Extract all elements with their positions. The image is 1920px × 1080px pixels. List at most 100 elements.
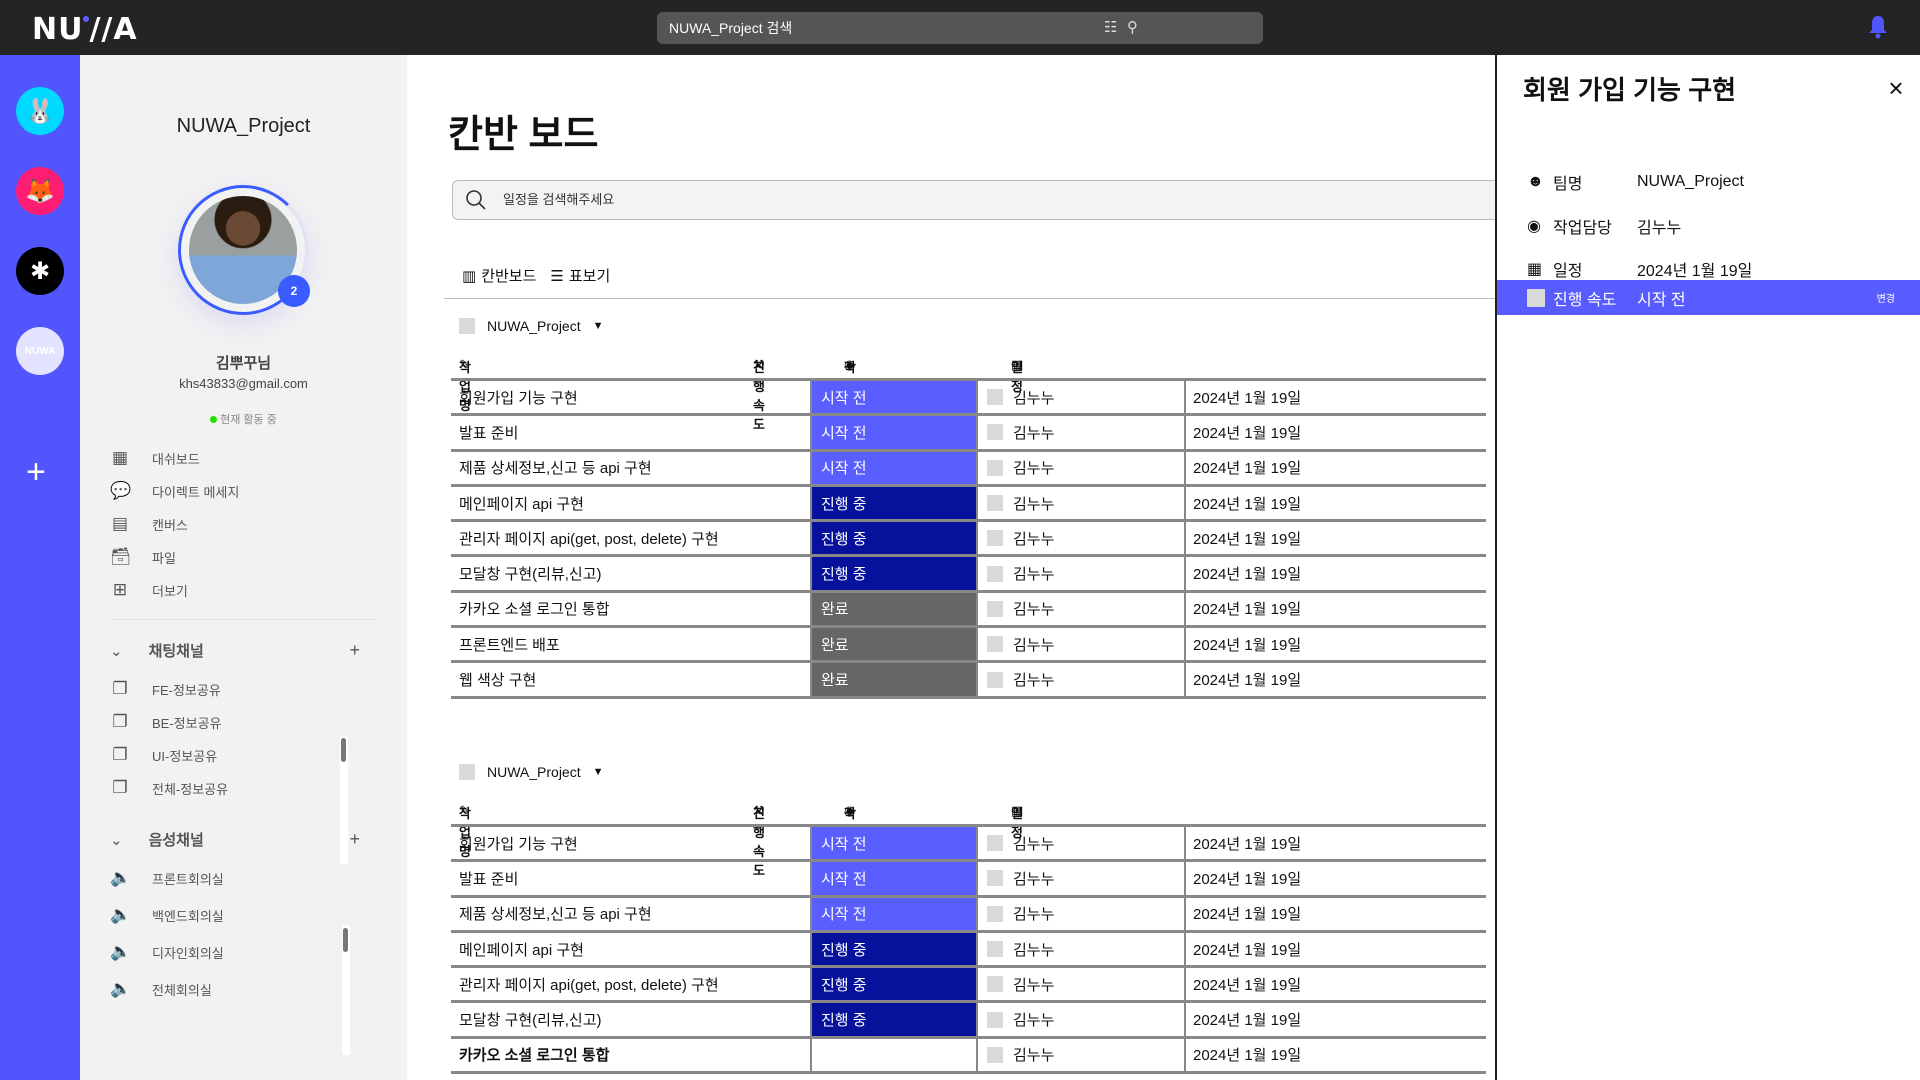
status-cell[interactable]: 시작 전 xyxy=(812,897,978,930)
assignee-checkbox[interactable] xyxy=(987,1046,1003,1063)
assignee-cell[interactable]: 김누누 xyxy=(978,628,1186,661)
table-row[interactable]: 발표 준비 시작 전 김누누 2024년 1월 19일 xyxy=(451,416,1486,452)
status-cell[interactable]: 완료 xyxy=(812,663,978,696)
sidebar-item-3[interactable]: 🗃 파일 xyxy=(110,547,176,567)
filter-sliders-icon[interactable]: ☷ xyxy=(1104,12,1117,44)
assignee-cell[interactable]: 김누누 xyxy=(978,522,1186,555)
table-row[interactable]: 제품 상세정보,신고 등 api 구현 시작 전 김누누 2024년 1월 19일 xyxy=(451,897,1486,933)
assignee-cell[interactable]: 김누누 xyxy=(978,932,1186,966)
assignee-cell[interactable]: 김누누 xyxy=(978,897,1186,930)
sidebar-item-0[interactable]: ▦ 대쉬보드 xyxy=(110,448,200,468)
status-cell[interactable] xyxy=(812,1038,978,1072)
task-name[interactable]: 메인페이지 api 구현 xyxy=(451,486,812,520)
sidebar-item-2[interactable]: ▤ 캔버스 xyxy=(110,514,188,534)
date-cell[interactable]: 2024년 1월 19일 xyxy=(1186,522,1486,554)
date-cell[interactable]: 2024년 1월 19일 xyxy=(1186,593,1486,625)
table-row[interactable]: 모달창 구현(리뷰,신고) 진행 중 김누누 2024년 1월 19일 xyxy=(451,1003,1486,1039)
task-name[interactable]: 발표 준비 xyxy=(451,416,812,449)
server-black-logo[interactable]: ✱ xyxy=(16,247,64,295)
voice-channel[interactable]: 🔈 백엔드회의실 xyxy=(110,905,224,925)
status-cell[interactable]: 진행 중 xyxy=(812,486,978,520)
assignee-checkbox[interactable] xyxy=(987,905,1003,922)
assignee-cell[interactable]: 김누누 xyxy=(978,827,1186,860)
table-row[interactable]: 회원가입 기능 구현 시작 전 김누누 2024년 1월 19일 xyxy=(451,381,1486,417)
assignee-cell[interactable]: 김누누 xyxy=(978,486,1186,520)
assignee-checkbox[interactable] xyxy=(987,835,1003,852)
assignee-checkbox[interactable] xyxy=(987,976,1003,993)
caret-down-icon[interactable]: ▼ xyxy=(593,766,604,778)
table-row[interactable]: 관리자 페이지 api(get, post, delete) 구현 진행 중 김누누… xyxy=(451,522,1486,558)
voice-channel[interactable]: 🔈 프론트회의실 xyxy=(110,868,224,888)
assignee-cell[interactable]: 김누누 xyxy=(978,592,1186,626)
chat-channel[interactable]: ❐ UI-정보공유 xyxy=(110,745,217,765)
assignee-checkbox[interactable] xyxy=(987,870,1003,887)
global-search-input[interactable]: NUWA_Project 검색 ☷ ⚲ xyxy=(657,12,1263,44)
bell-icon[interactable] xyxy=(1868,15,1888,39)
status-cell[interactable]: 진행 중 xyxy=(812,522,978,555)
server-nuwa[interactable]: NUWA xyxy=(16,327,64,375)
assignee-checkbox[interactable] xyxy=(987,671,1003,688)
task-name[interactable]: 웹 색상 구현 xyxy=(451,663,812,696)
progress-row[interactable]: 진행 속도 시작 전 변경 xyxy=(1497,280,1920,315)
server-pancake-bunny[interactable]: 🐰 xyxy=(16,87,64,135)
status-cell[interactable]: 시작 전 xyxy=(812,416,978,449)
task-name[interactable]: 발표 준비 xyxy=(451,862,812,895)
voice-channel[interactable]: 🔈 디자인회의실 xyxy=(110,942,224,962)
task-name[interactable]: 메인페이지 api 구현 xyxy=(451,932,812,966)
status-cell[interactable]: 시작 전 xyxy=(812,451,978,484)
task-name[interactable]: 제품 상세정보,신고 등 api 구현 xyxy=(451,897,812,930)
chevron-down-icon[interactable]: ⌄ xyxy=(110,831,123,849)
date-cell[interactable]: 2024년 1월 19일 xyxy=(1186,381,1486,413)
group-header[interactable]: NUWA_Project ▼ xyxy=(459,764,604,780)
assignee-checkbox[interactable] xyxy=(987,424,1003,441)
table-row[interactable]: 프론트엔드 배포 완료 김누누 2024년 1월 19일 xyxy=(451,628,1486,664)
table-row[interactable]: 제품 상세정보,신고 등 api 구현 시작 전 김누누 2024년 1월 19일 xyxy=(451,451,1486,487)
assignee-cell[interactable]: 김누누 xyxy=(978,862,1186,895)
group-checkbox[interactable] xyxy=(459,764,475,780)
chevron-down-icon[interactable]: ⌄ xyxy=(110,642,123,660)
chat-section-header[interactable]: ⌄ 채팅채널 + xyxy=(110,640,400,661)
status-cell[interactable]: 완료 xyxy=(812,628,978,661)
status-cell[interactable]: 진행 중 xyxy=(812,968,978,1001)
schedule-search-input[interactable]: 일정을 검색해주세요 xyxy=(452,180,1512,220)
tab-table[interactable]: ☰ 표보기 xyxy=(550,265,610,286)
status-cell[interactable]: 시작 전 xyxy=(812,381,978,414)
table-row[interactable]: 관리자 페이지 api(get, post, delete) 구현 진행 중 김누누… xyxy=(451,968,1486,1004)
date-cell[interactable]: 2024년 1월 19일 xyxy=(1186,416,1486,448)
assignee-cell[interactable]: 김누누 xyxy=(978,381,1186,414)
table-row[interactable]: 메인페이지 api 구현 진행 중 김누누 2024년 1월 19일 xyxy=(451,932,1486,969)
task-name[interactable]: 제품 상세정보,신고 등 api 구현 xyxy=(451,451,812,484)
date-cell[interactable]: 2024년 1월 19일 xyxy=(1186,862,1486,894)
date-cell[interactable]: 2024년 1월 19일 xyxy=(1186,1003,1486,1035)
assignee-cell[interactable]: 김누누 xyxy=(978,968,1186,1001)
assignee-checkbox[interactable] xyxy=(987,389,1003,406)
group-checkbox[interactable] xyxy=(459,318,475,334)
task-name[interactable]: 모달창 구현(리뷰,신고) xyxy=(451,1003,812,1036)
date-cell[interactable]: 2024년 1월 19일 xyxy=(1186,827,1486,859)
assignee-checkbox[interactable] xyxy=(987,565,1003,582)
task-name[interactable]: 관리자 페이지 api(get, post, delete) 구현 xyxy=(451,968,812,1001)
status-cell[interactable]: 진행 중 xyxy=(812,1003,978,1036)
date-cell[interactable]: 2024년 1월 19일 xyxy=(1186,557,1486,589)
assignee-checkbox[interactable] xyxy=(987,495,1003,512)
table-row[interactable]: 모달창 구현(리뷰,신고) 진행 중 김누누 2024년 1월 19일 xyxy=(451,557,1486,593)
server-shiba-fox[interactable]: 🦊 xyxy=(16,167,64,215)
table-row[interactable]: 발표 준비 시작 전 김누누 2024년 1월 19일 xyxy=(451,862,1486,898)
task-name[interactable]: 관리자 페이지 api(get, post, delete) 구현 xyxy=(451,522,812,555)
date-cell[interactable]: 2024년 1월 19일 xyxy=(1186,1039,1486,1071)
assignee-checkbox[interactable] xyxy=(987,636,1003,653)
assignee-cell[interactable]: 김누누 xyxy=(978,416,1186,449)
assignee-cell[interactable]: 김누누 xyxy=(978,557,1186,590)
voice-channel[interactable]: 🔈 전체회의실 xyxy=(110,979,212,999)
assignee-checkbox[interactable] xyxy=(987,530,1003,547)
assignee-cell[interactable]: 김누누 xyxy=(978,1038,1186,1072)
task-name[interactable]: 프론트엔드 배포 xyxy=(451,628,812,661)
group-header[interactable]: NUWA_Project ▼ xyxy=(459,318,604,334)
table-row[interactable]: 메인페이지 api 구현 진행 중 김누누 2024년 1월 19일 xyxy=(451,486,1486,523)
sidebar-item-4[interactable]: ⊞ 더보기 xyxy=(110,580,188,600)
assignee-cell[interactable]: 김누누 xyxy=(978,663,1186,696)
search-icon[interactable]: ⚲ xyxy=(1127,12,1138,44)
chat-channel[interactable]: ❐ BE-정보공유 xyxy=(110,712,221,732)
date-cell[interactable]: 2024년 1월 19일 xyxy=(1186,628,1486,660)
add-chat-channel-button[interactable]: + xyxy=(349,640,360,661)
